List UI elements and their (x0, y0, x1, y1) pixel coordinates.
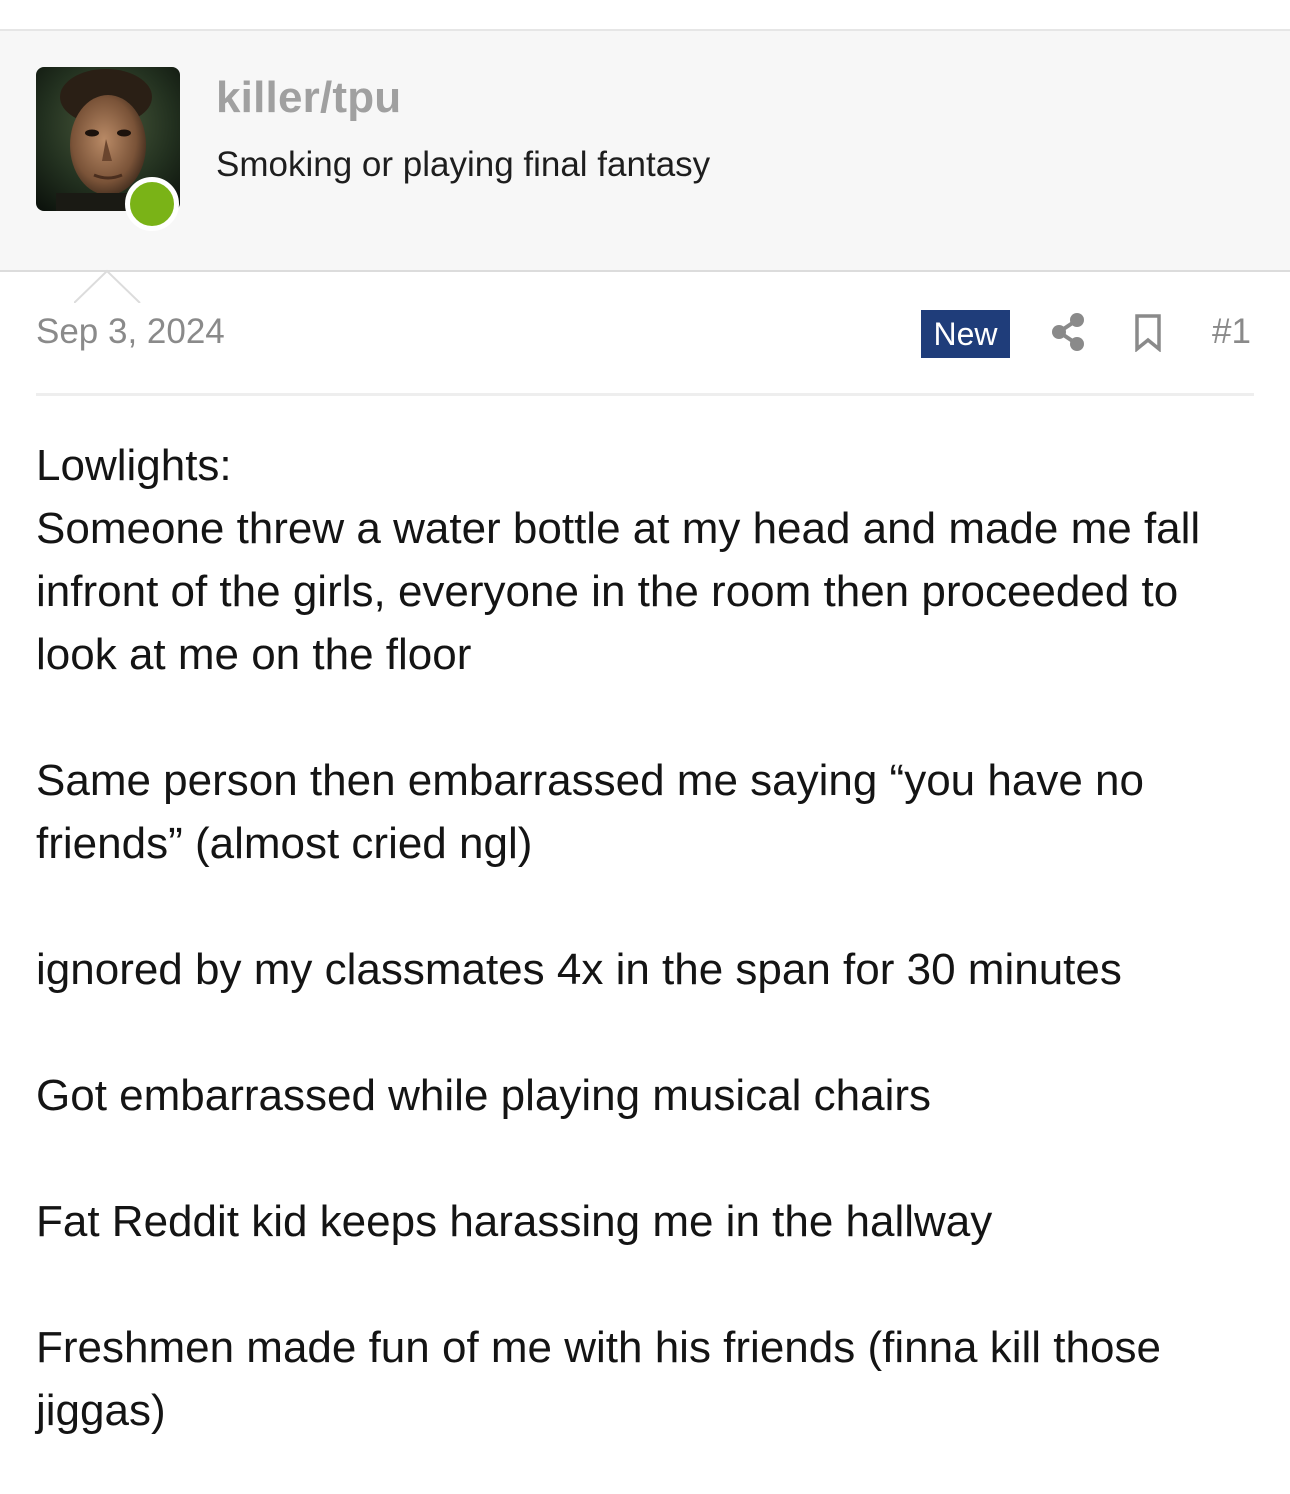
post-paragraph: Same person then embarrassed me saying “… (36, 756, 1144, 868)
post-paragraph: Freshmen made fun of me with his friends… (36, 1323, 1161, 1435)
new-badge: New (921, 310, 1010, 358)
post-paragraph: Someone threw a water bottle at my head … (36, 504, 1201, 679)
post-heading: Lowlights: (36, 441, 232, 490)
bookmark-icon[interactable] (1134, 314, 1162, 353)
share-icon[interactable] (1050, 312, 1086, 352)
post-author-header: killer/tpu Smoking or playing final fant… (0, 31, 1290, 305)
user-title: Smoking or playing final fantasy (216, 145, 711, 184)
username-link[interactable]: killer/tpu (216, 73, 401, 123)
post-paragraph: ignored by my classmates 4x in the span … (36, 945, 1122, 994)
online-status-indicator (125, 177, 179, 231)
post-paragraph: Fat Reddit kid keeps harassing me in the… (36, 1197, 993, 1246)
meta-divider (36, 393, 1254, 396)
post-paragraph: Got embarrassed while playing musical ch… (36, 1071, 932, 1120)
post-date[interactable]: Sep 3, 2024 (36, 312, 225, 352)
post-number-link[interactable]: #1 (1212, 312, 1251, 352)
top-strip (0, 0, 1290, 31)
post-meta-row: Sep 3, 2024 New #1 (36, 300, 1254, 366)
post-body: Lowlights: Someone threw a water bottle … (36, 434, 1254, 1442)
